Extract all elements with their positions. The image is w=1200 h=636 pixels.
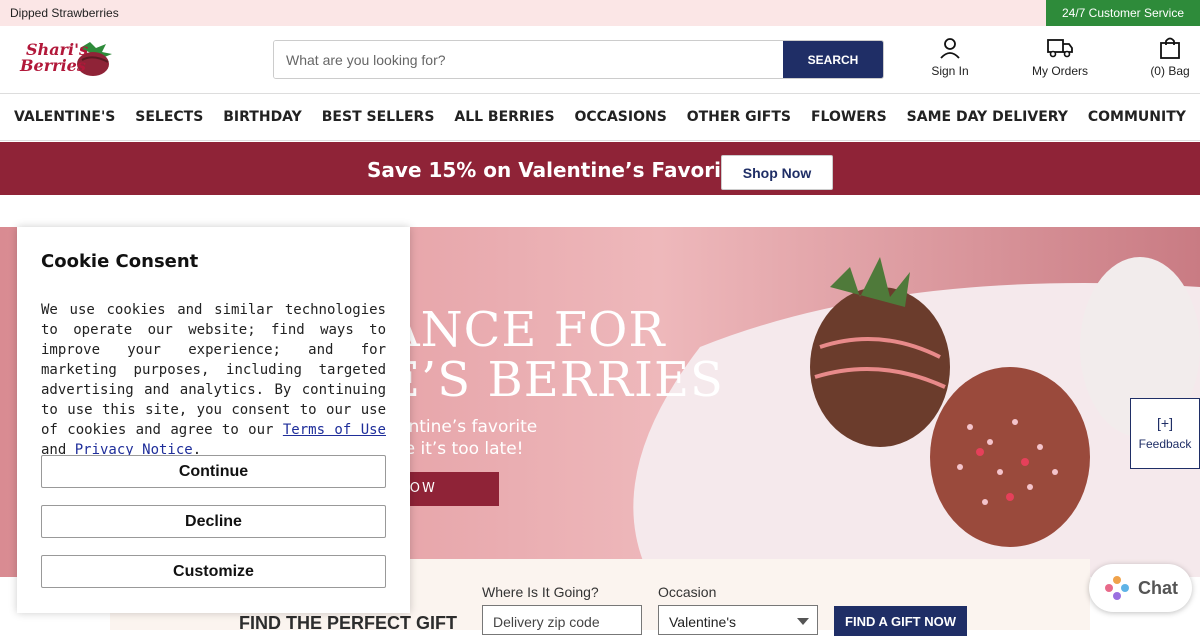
shopping-bag-icon xyxy=(1160,37,1180,59)
search-input[interactable] xyxy=(274,41,785,78)
site-logo[interactable]: Shari's Berries xyxy=(20,38,120,78)
sign-in-link[interactable]: Sign In xyxy=(920,36,980,78)
promo-banner: Save 15% on Valentine’s Favorites! Shop … xyxy=(0,142,1200,195)
cookie-consent-dialog: Cookie Consent We use cookies and simila… xyxy=(17,227,410,613)
nav-item-birthday[interactable]: BIRTHDAY xyxy=(223,109,302,125)
search-button[interactable]: SEARCH xyxy=(783,41,883,78)
cookie-consent-body: We use cookies and similar technologies … xyxy=(41,300,386,460)
truck-icon xyxy=(1047,39,1073,58)
chat-sparkle-icon xyxy=(1105,576,1129,600)
occasion-value: Valentine's xyxy=(669,614,737,630)
customer-service-link[interactable]: 24/7 Customer Service xyxy=(1046,0,1200,26)
search-bar: SEARCH xyxy=(273,40,884,79)
shop-now-button[interactable]: Shop Now xyxy=(721,155,833,190)
my-orders-link[interactable]: My Orders xyxy=(1025,36,1095,78)
site-header: Shari's Berries SEARCH Sign In My Orders… xyxy=(0,26,1200,94)
chat-button[interactable]: Chat xyxy=(1089,564,1192,612)
nav-item-best-sellers[interactable]: BEST SELLERS xyxy=(322,109,435,125)
logo-text-line2: Berries xyxy=(20,56,86,75)
top-strip: Dipped Strawberries 24/7 Customer Servic… xyxy=(0,0,1200,26)
bag-link[interactable]: (0) Bag xyxy=(1145,36,1195,78)
decline-button[interactable]: Decline xyxy=(41,505,386,538)
nav-item-community[interactable]: COMMUNITY xyxy=(1088,109,1186,125)
continue-button[interactable]: Continue xyxy=(41,455,386,488)
feedback-label: Feedback xyxy=(1138,437,1192,451)
hero-headline-line2: E’S BERRIES xyxy=(385,352,724,408)
promo-text: Save 15% on Valentine’s Favorites! xyxy=(367,158,766,182)
hero-subtext-line1: entine’s favorite xyxy=(398,417,538,437)
hero-subtext-line2: re it’s too late! xyxy=(398,439,524,459)
occasion-label: Occasion xyxy=(658,584,717,600)
nav-item-same-day-delivery[interactable]: SAME DAY DELIVERY xyxy=(907,109,1068,125)
nav-item-occasions[interactable]: OCCASIONS xyxy=(575,109,667,125)
nav-item-flowers[interactable]: FLOWERS xyxy=(811,109,887,125)
hero-headline-line1: ANCE FOR xyxy=(385,302,666,358)
nav-item-valentines[interactable]: VALENTINE'S xyxy=(14,109,115,125)
cookie-consent-title: Cookie Consent xyxy=(41,251,199,272)
cookie-body-text: We use cookies and similar technologies … xyxy=(41,302,386,438)
nav-item-all-berries[interactable]: ALL BERRIES xyxy=(454,109,554,125)
sign-in-label: Sign In xyxy=(931,64,969,78)
find-gift-button[interactable]: FIND A GIFT NOW xyxy=(834,606,967,636)
zip-code-field[interactable]: Delivery zip code xyxy=(482,605,642,635)
terms-of-use-link[interactable]: Terms of Use xyxy=(283,422,386,438)
occasion-select[interactable]: Valentine's xyxy=(658,605,818,635)
zip-label: Where Is It Going? xyxy=(482,584,599,600)
feedback-tab[interactable]: [+] Feedback xyxy=(1130,398,1200,469)
top-strip-link[interactable]: Dipped Strawberries xyxy=(10,6,119,20)
chevron-down-icon xyxy=(797,618,809,625)
user-icon xyxy=(940,38,960,59)
my-orders-label: My Orders xyxy=(1031,64,1088,78)
bag-label: (0) Bag xyxy=(1150,64,1190,78)
customize-button[interactable]: Customize xyxy=(41,555,386,588)
main-nav: VALENTINE'S SELECTS BIRTHDAY BEST SELLER… xyxy=(0,94,1200,141)
feedback-plus-icon: [+] xyxy=(1157,415,1173,431)
nav-item-selects[interactable]: SELECTS xyxy=(135,109,203,125)
chat-label: Chat xyxy=(1138,578,1178,598)
gift-finder-title: FIND THE PERFECT GIFT xyxy=(239,613,457,633)
nav-item-other-gifts[interactable]: OTHER GIFTS xyxy=(687,109,791,125)
